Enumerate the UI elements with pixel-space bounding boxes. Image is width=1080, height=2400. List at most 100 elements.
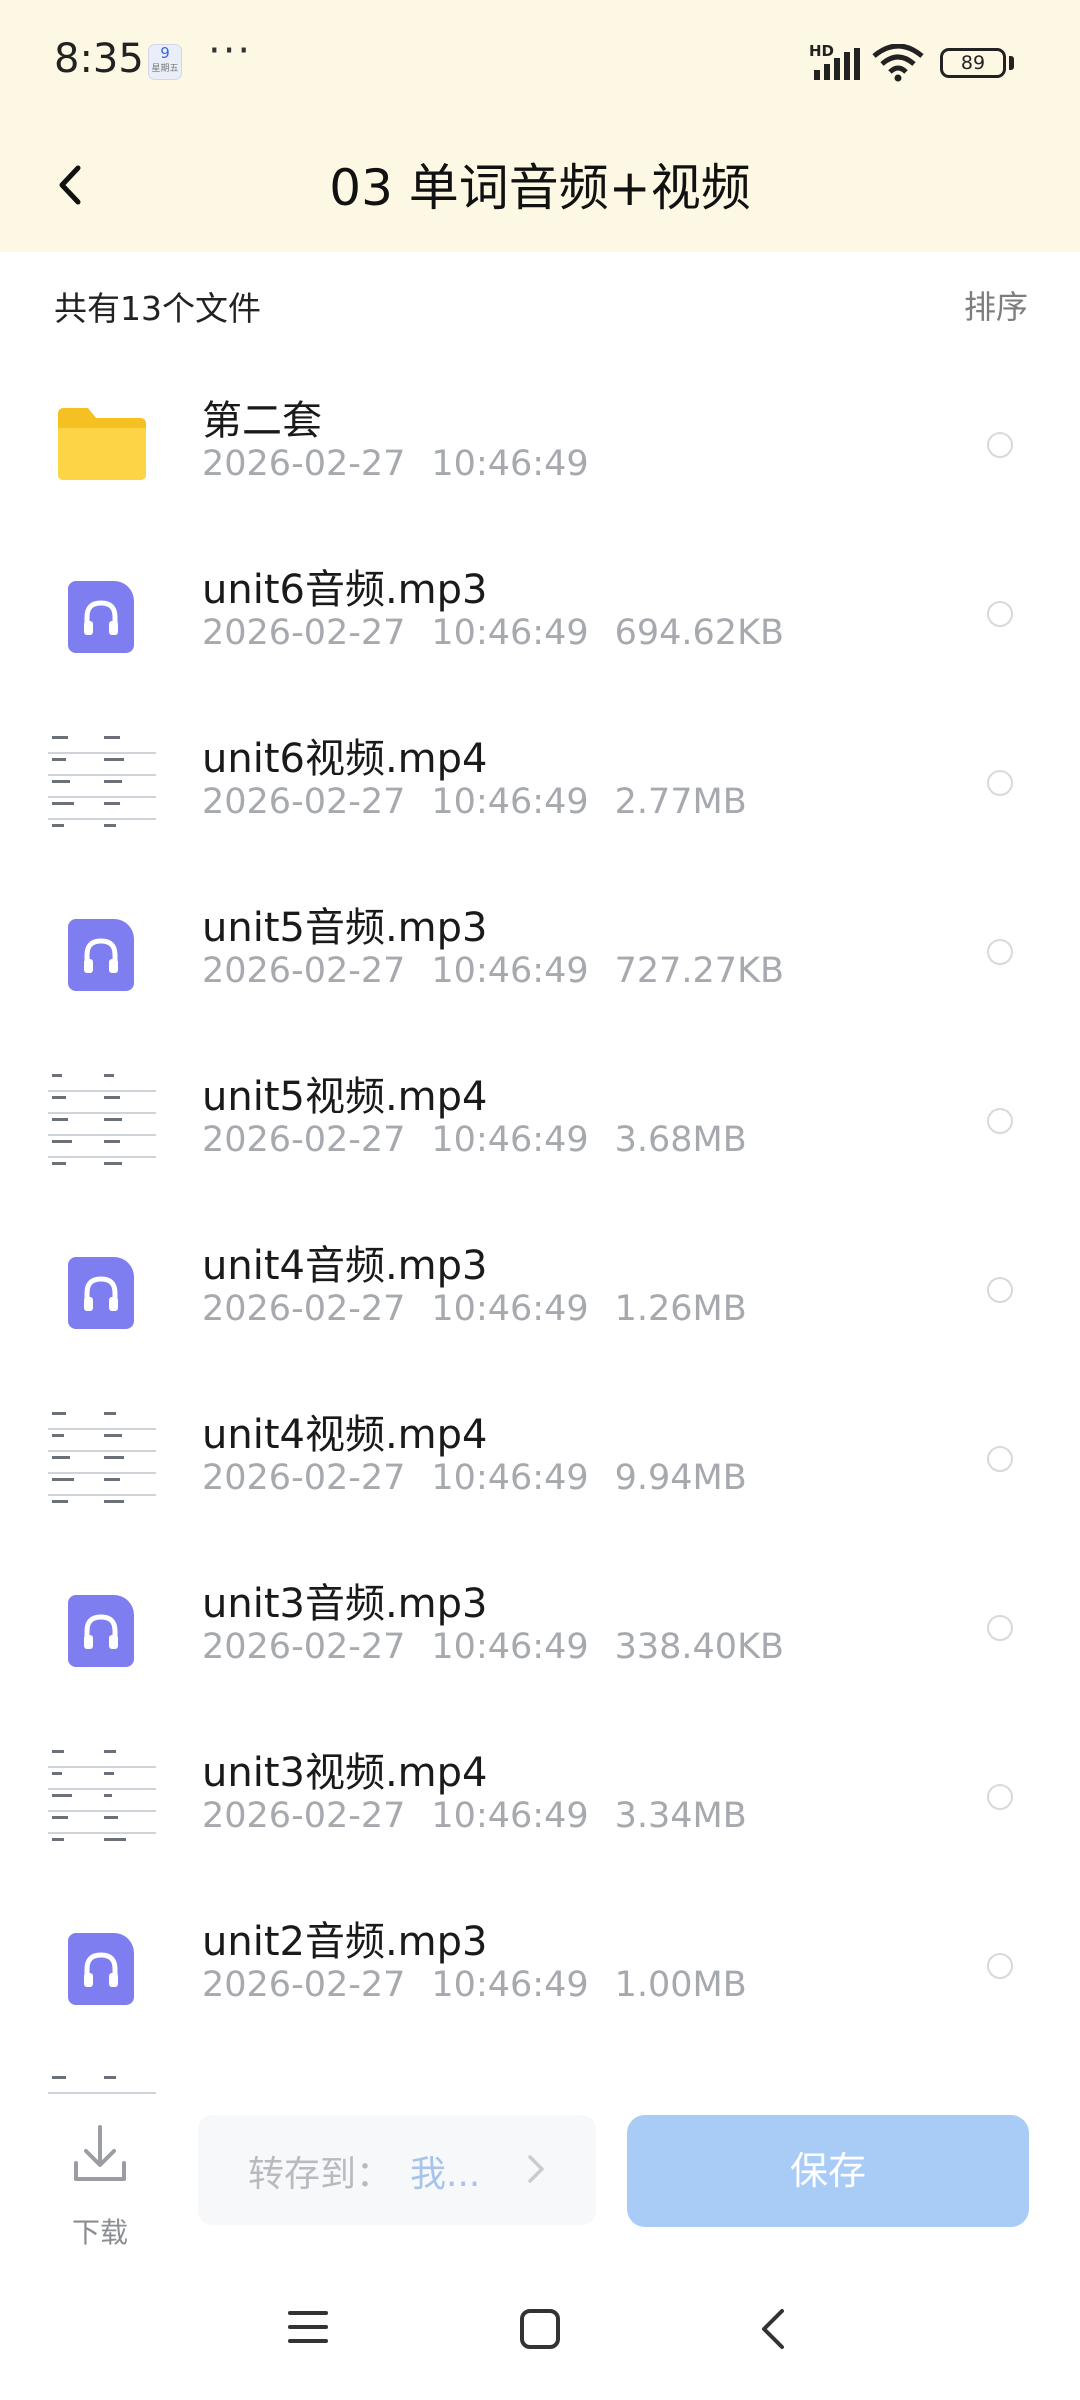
file-size: 727.27KB — [614, 951, 785, 991]
file-meta: 2026-02-27 10:46:49 1.00MB — [202, 1965, 773, 2005]
chevron-right-icon — [528, 2155, 544, 2183]
file-list-screen: 8:35 9 星期五 ··· HD 89 03 单词音频+视频 共有13个文件 … — [0, 0, 1080, 2400]
file-name: unit6音频.mp3 — [202, 567, 488, 613]
select-radio[interactable] — [987, 770, 1013, 796]
list-item[interactable]: unit3音频.mp3 2026-02-27 10:46:49 338.40KB — [0, 1543, 1080, 1712]
download-button[interactable]: 下载 — [60, 2123, 140, 2249]
file-size: 1.26MB — [614, 1289, 747, 1329]
wifi-icon — [872, 44, 924, 82]
list-item[interactable]: unit6音频.mp3 2026-02-27 10:46:49 694.62KB — [0, 529, 1080, 698]
calendar-badge-weekday: 星期五 — [151, 64, 179, 74]
file-list: 第二套 2026-02-27 10:46:49 unit6音频.mp3 2026-… — [0, 360, 1080, 2050]
file-time: 10:46:49 — [431, 1796, 589, 1836]
cell-signal-icon — [814, 48, 860, 80]
list-item[interactable]: unit6视频.mp4 2026-02-27 10:46:49 2.77MB — [0, 698, 1080, 867]
sort-button[interactable]: 排序 — [964, 282, 1028, 328]
file-meta: 2026-02-27 10:46:49 3.68MB — [202, 1120, 773, 1160]
list-item[interactable]: unit3视频.mp4 2026-02-27 10:46:49 3.34MB — [0, 1712, 1080, 1881]
file-meta: 2026-02-27 10:46:49 — [202, 444, 615, 484]
file-meta: 2026-02-27 10:46:49 727.27KB — [202, 951, 810, 991]
file-date: 2026-02-27 — [202, 613, 406, 653]
select-radio[interactable] — [987, 1108, 1013, 1134]
file-date: 2026-02-27 — [202, 1965, 406, 2005]
file-date: 2026-02-27 — [202, 782, 406, 822]
file-size: 9.94MB — [614, 1458, 747, 1498]
save-button[interactable]: 保存 — [627, 2115, 1029, 2227]
title-bar: 03 单词音频+视频 — [0, 124, 1080, 252]
calendar-notification-icon: 9 星期五 — [148, 44, 182, 80]
file-time: 10:46:49 — [431, 1627, 589, 1667]
file-size: 3.68MB — [614, 1120, 747, 1160]
save-to-target: 我... — [410, 2154, 481, 2195]
list-item[interactable]: 第二套 2026-02-27 10:46:49 — [0, 360, 1080, 529]
file-meta: 2026-02-27 10:46:49 9.94MB — [202, 1458, 773, 1498]
file-size: 1.00MB — [614, 1965, 747, 2005]
select-radio[interactable] — [987, 1446, 1013, 1472]
list-item[interactable]: unit4视频.mp4 2026-02-27 10:46:49 9.94MB — [0, 1374, 1080, 1543]
file-name: unit3音频.mp3 — [202, 1581, 488, 1627]
video-thumbnail — [48, 728, 156, 836]
calendar-badge-day: 9 — [160, 44, 170, 62]
list-item[interactable]: unit2音频.mp3 2026-02-27 10:46:49 1.00MB — [0, 1881, 1080, 2050]
system-nav-bar — [0, 2275, 1080, 2400]
file-size: 2.77MB — [614, 782, 747, 822]
select-radio[interactable] — [987, 1277, 1013, 1303]
file-meta: 2026-02-27 10:46:49 1.26MB — [202, 1289, 773, 1329]
file-date: 2026-02-27 — [202, 1458, 406, 1498]
menu-icon[interactable] — [286, 2305, 330, 2349]
file-time: 10:46:49 — [431, 1458, 589, 1498]
download-icon — [74, 2125, 126, 2181]
file-size: 3.34MB — [614, 1796, 747, 1836]
home-square-icon[interactable] — [518, 2307, 562, 2351]
file-date: 2026-02-27 — [202, 1627, 406, 1667]
file-name: unit4视频.mp4 — [202, 1412, 488, 1458]
file-name: unit5视频.mp4 — [202, 1074, 488, 1120]
file-date: 2026-02-27 — [202, 444, 406, 484]
select-radio[interactable] — [987, 939, 1013, 965]
file-size: 694.62KB — [614, 613, 785, 653]
video-thumbnail — [48, 1742, 156, 1850]
select-radio[interactable] — [987, 601, 1013, 627]
page-title: 03 单词音频+视频 — [329, 159, 751, 217]
battery-indicator: 89 — [940, 48, 1006, 78]
select-radio[interactable] — [987, 1784, 1013, 1810]
back-triangle-icon[interactable] — [756, 2305, 792, 2353]
file-time: 10:46:49 — [431, 782, 589, 822]
file-name: unit5音频.mp3 — [202, 905, 488, 951]
headphones-icon — [48, 897, 156, 1005]
file-time: 10:46:49 — [431, 1120, 589, 1160]
headphones-icon — [48, 1235, 156, 1343]
file-date: 2026-02-27 — [202, 1796, 406, 1836]
headphones-icon — [48, 1911, 156, 2019]
file-time: 10:46:49 — [431, 1965, 589, 2005]
select-radio[interactable] — [987, 1615, 1013, 1641]
select-radio[interactable] — [987, 1953, 1013, 1979]
file-meta: 2026-02-27 10:46:49 338.40KB — [202, 1627, 810, 1667]
save-to-selector[interactable]: 转存到： 我... — [198, 2115, 596, 2225]
file-meta: 2026-02-27 10:46:49 694.62KB — [202, 613, 810, 653]
video-thumbnail — [48, 1066, 156, 1174]
battery-tip — [1009, 56, 1014, 70]
file-name: unit6视频.mp4 — [202, 736, 488, 782]
file-meta: 2026-02-27 10:46:49 2.77MB — [202, 782, 773, 822]
file-count-label: 共有13个文件 — [54, 289, 261, 328]
video-thumbnail — [48, 1404, 156, 1512]
headphones-icon — [48, 559, 156, 667]
file-meta: 2026-02-27 10:46:49 3.34MB — [202, 1796, 773, 1836]
file-name: unit3视频.mp4 — [202, 1750, 488, 1796]
file-date: 2026-02-27 — [202, 1289, 406, 1329]
file-time: 10:46:49 — [431, 1289, 589, 1329]
headphones-icon — [48, 1573, 156, 1681]
list-item[interactable]: unit4音频.mp3 2026-02-27 10:46:49 1.26MB — [0, 1205, 1080, 1374]
list-item[interactable]: unit5音频.mp3 2026-02-27 10:46:49 727.27KB — [0, 867, 1080, 1036]
more-notifications-icon: ··· — [208, 28, 253, 74]
file-date: 2026-02-27 — [202, 951, 406, 991]
file-name: unit2音频.mp3 — [202, 1919, 488, 1965]
status-time: 8:35 — [54, 36, 144, 82]
action-bar: 下载 转存到： 我... 保存 — [0, 2095, 1080, 2275]
file-time: 10:46:49 — [431, 613, 589, 653]
list-item[interactable]: unit5视频.mp4 2026-02-27 10:46:49 3.68MB — [0, 1036, 1080, 1205]
download-label: 下载 — [71, 2216, 128, 2249]
select-radio[interactable] — [987, 432, 1013, 458]
file-name: unit4音频.mp3 — [202, 1243, 488, 1289]
